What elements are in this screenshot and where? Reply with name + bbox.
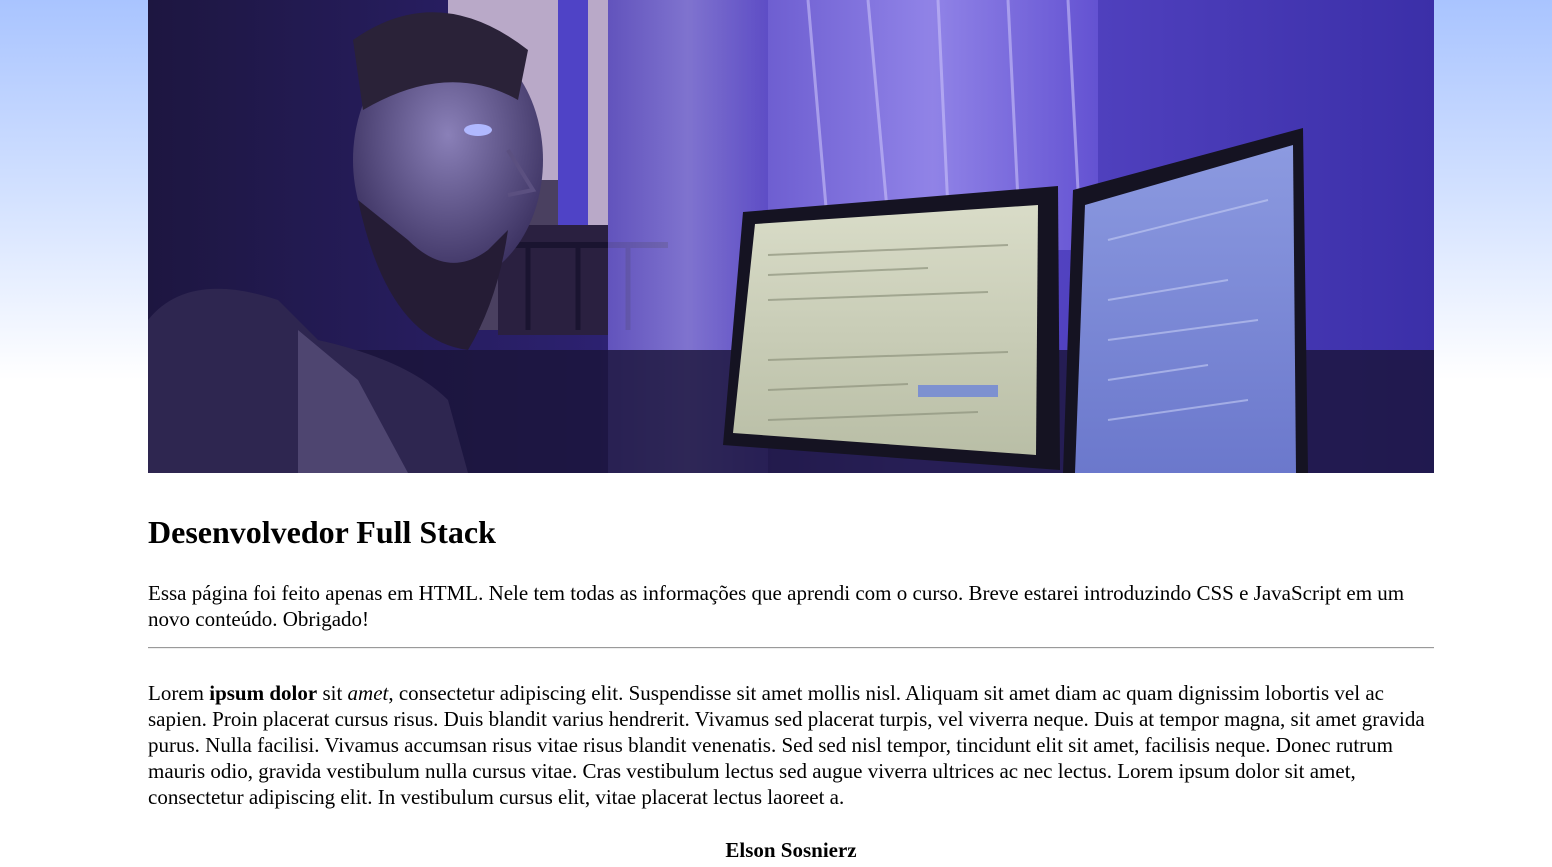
hero-image xyxy=(148,0,1434,473)
article-italic-text: amet xyxy=(347,681,389,705)
section-divider xyxy=(148,647,1434,649)
article-word-lorem: Lorem xyxy=(148,681,204,705)
hero-photo-illustration xyxy=(148,0,1434,473)
article-bold-text: ipsum dolor xyxy=(209,681,318,705)
intro-paragraph: Essa página foi feito apenas em HTML. Ne… xyxy=(148,581,1405,631)
article-paragraph: Lorem ipsum dolor sit amet, consectetur … xyxy=(148,680,1434,810)
author-name: Elson Sosnierz xyxy=(725,838,857,862)
page-container: Desenvolvedor Full Stack Essa página foi… xyxy=(148,0,1434,867)
page-title: Desenvolvedor Full Stack xyxy=(148,514,496,550)
article-word-sit: sit xyxy=(322,681,343,705)
